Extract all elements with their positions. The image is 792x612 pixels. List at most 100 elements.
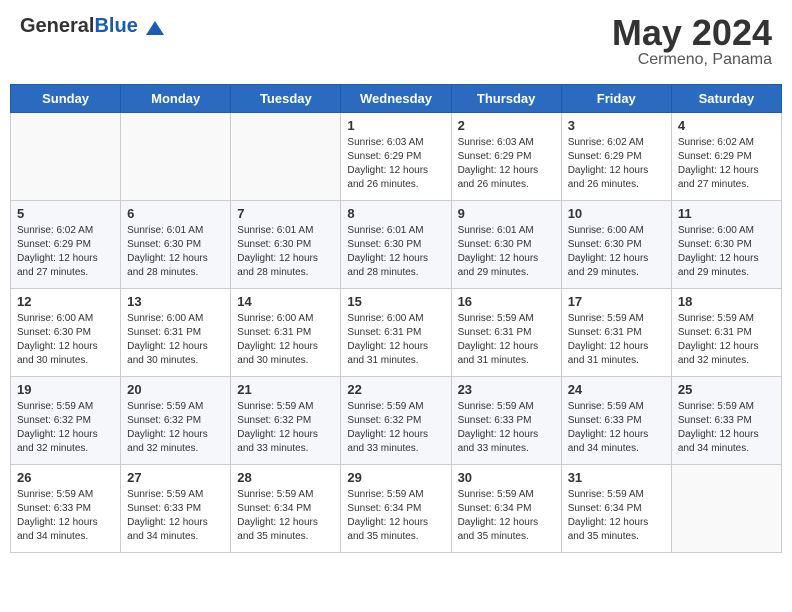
day-info: Sunrise: 6:03 AM Sunset: 6:29 PM Dayligh… — [347, 136, 444, 192]
day-info: Sunrise: 5:59 AM Sunset: 6:33 PM Dayligh… — [568, 400, 665, 456]
calendar-day-cell: 24 Sunrise: 5:59 AM Sunset: 6:33 PM Dayli… — [561, 377, 671, 465]
calendar-day-cell: 11Sunrise: 6:00 AM Sunset: 6:30 PM Dayli… — [671, 201, 781, 289]
day-info: Sunrise: 6:00 AM Sunset: 6:31 PM Dayligh… — [237, 312, 334, 368]
calendar-day-cell: 12 Sunrise: 6:00 AM Sunset: 6:30 PM Dayli… — [11, 289, 121, 377]
day-info: Sunrise: 5:59 AM Sunset: 6:33 PM Dayligh… — [458, 400, 555, 456]
day-number: 20 — [127, 382, 224, 397]
day-number: 26 — [17, 470, 114, 485]
day-number: 3 — [568, 118, 665, 133]
day-number: 8 — [347, 206, 444, 221]
calendar-day-cell: 2 Sunrise: 6:03 AM Sunset: 6:29 PM Daylig… — [451, 113, 561, 201]
day-info: Sunrise: 5:59 AM Sunset: 6:31 PM Dayligh… — [458, 312, 555, 368]
header-saturday: Saturday — [671, 85, 781, 113]
calendar-day-cell: 30 Sunrise: 5:59 AM Sunset: 6:34 PM Dayli… — [451, 465, 561, 553]
calendar-day-cell: 7Sunrise: 6:01 AM Sunset: 6:30 PM Daylig… — [231, 201, 341, 289]
day-info: Sunrise: 6:00 AM Sunset: 6:30 PM Dayligh… — [17, 312, 114, 368]
header-sunday: Sunday — [11, 85, 121, 113]
calendar-day-cell: 16 Sunrise: 5:59 AM Sunset: 6:31 PM Dayli… — [451, 289, 561, 377]
calendar-week-row: 5 Sunrise: 6:02 AM Sunset: 6:29 PM Daylig… — [11, 201, 782, 289]
day-number: 17 — [568, 294, 665, 309]
day-number: 15 — [347, 294, 444, 309]
day-number: 18 — [678, 294, 775, 309]
day-number: 30 — [458, 470, 555, 485]
logo-blue: Blue — [94, 15, 137, 37]
calendar-day-cell: 20 Sunrise: 5:59 AM Sunset: 6:32 PM Dayli… — [121, 377, 231, 465]
day-number: 1 — [347, 118, 444, 133]
day-info: Sunrise: 5:59 AM Sunset: 6:32 PM Dayligh… — [127, 400, 224, 456]
day-info: Sunrise: 5:59 AM Sunset: 6:34 PM Dayligh… — [458, 488, 555, 544]
day-info: Sunrise: 6:02 AM Sunset: 6:29 PM Dayligh… — [568, 136, 665, 192]
calendar-week-row: 12 Sunrise: 6:00 AM Sunset: 6:30 PM Dayli… — [11, 289, 782, 377]
day-number: 16 — [458, 294, 555, 309]
day-info: Sunrise: 5:59 AM Sunset: 6:32 PM Dayligh… — [347, 400, 444, 456]
calendar-day-cell: 28Sunrise: 5:59 AM Sunset: 6:34 PM Dayli… — [231, 465, 341, 553]
calendar-day-cell: 19 Sunrise: 5:59 AM Sunset: 6:32 PM Dayli… — [11, 377, 121, 465]
day-number: 5 — [17, 206, 114, 221]
day-info: Sunrise: 6:01 AM Sunset: 6:30 PM Dayligh… — [458, 224, 555, 280]
day-info: Sunrise: 5:59 AM Sunset: 6:32 PM Dayligh… — [17, 400, 114, 456]
header-monday: Monday — [121, 85, 231, 113]
calendar-week-row: 1 Sunrise: 6:03 AM Sunset: 6:29 PM Daylig… — [11, 113, 782, 201]
day-info: Sunrise: 6:03 AM Sunset: 6:29 PM Dayligh… — [458, 136, 555, 192]
day-info: Sunrise: 5:59 AM Sunset: 6:33 PM Dayligh… — [678, 400, 775, 456]
day-info: Sunrise: 6:00 AM Sunset: 6:31 PM Dayligh… — [347, 312, 444, 368]
day-number: 27 — [127, 470, 224, 485]
calendar-day-cell — [231, 113, 341, 201]
day-info: Sunrise: 6:01 AM Sunset: 6:30 PM Dayligh… — [347, 224, 444, 280]
calendar-table: Sunday Monday Tuesday Wednesday Thursday… — [10, 84, 782, 553]
logo-icon — [144, 17, 166, 39]
calendar-day-cell: 18 Sunrise: 5:59 AM Sunset: 6:31 PM Dayli… — [671, 289, 781, 377]
day-info: Sunrise: 6:02 AM Sunset: 6:29 PM Dayligh… — [17, 224, 114, 280]
day-number: 13 — [127, 294, 224, 309]
calendar-day-cell: 14 Sunrise: 6:00 AM Sunset: 6:31 PM Dayli… — [231, 289, 341, 377]
calendar-day-cell: 13 Sunrise: 6:00 AM Sunset: 6:31 PM Dayli… — [121, 289, 231, 377]
header-thursday: Thursday — [451, 85, 561, 113]
day-info: Sunrise: 5:59 AM Sunset: 6:34 PM Dayligh… — [568, 488, 665, 544]
day-number: 21 — [237, 382, 334, 397]
day-number: 6 — [127, 206, 224, 221]
calendar-day-cell — [671, 465, 781, 553]
calendar-day-cell — [121, 113, 231, 201]
day-number: 12 — [17, 294, 114, 309]
day-number: 4 — [678, 118, 775, 133]
day-number: 2 — [458, 118, 555, 133]
calendar-day-cell — [11, 113, 121, 201]
header-wednesday: Wednesday — [341, 85, 451, 113]
logo-text: GeneralBlue — [20, 15, 166, 39]
day-info: Sunrise: 6:01 AM Sunset: 6:30 PM Dayligh… — [237, 224, 334, 280]
month-year-title: May 2024 — [612, 15, 772, 51]
day-number: 25 — [678, 382, 775, 397]
day-number: 19 — [17, 382, 114, 397]
day-info: Sunrise: 6:00 AM Sunset: 6:31 PM Dayligh… — [127, 312, 224, 368]
calendar-day-cell: 5 Sunrise: 6:02 AM Sunset: 6:29 PM Daylig… — [11, 201, 121, 289]
day-number: 10 — [568, 206, 665, 221]
calendar-day-cell: 1 Sunrise: 6:03 AM Sunset: 6:29 PM Daylig… — [341, 113, 451, 201]
page-header: GeneralBlue May 2024 Cermeno, Panama — [10, 10, 782, 74]
calendar-day-cell: 23 Sunrise: 5:59 AM Sunset: 6:33 PM Dayli… — [451, 377, 561, 465]
calendar-day-cell: 27 Sunrise: 5:59 AM Sunset: 6:33 PM Dayli… — [121, 465, 231, 553]
day-number: 23 — [458, 382, 555, 397]
calendar-day-cell: 6Sunrise: 6:01 AM Sunset: 6:30 PM Daylig… — [121, 201, 231, 289]
header-friday: Friday — [561, 85, 671, 113]
calendar-day-cell: 21 Sunrise: 5:59 AM Sunset: 6:32 PM Dayli… — [231, 377, 341, 465]
day-info: Sunrise: 5:59 AM Sunset: 6:32 PM Dayligh… — [237, 400, 334, 456]
day-number: 31 — [568, 470, 665, 485]
logo-general: General — [20, 15, 94, 37]
location-subtitle: Cermeno, Panama — [612, 51, 772, 69]
day-number: 9 — [458, 206, 555, 221]
logo: GeneralBlue — [20, 15, 166, 39]
calendar-day-cell: 4 Sunrise: 6:02 AM Sunset: 6:29 PM Daylig… — [671, 113, 781, 201]
day-number: 14 — [237, 294, 334, 309]
day-info: Sunrise: 5:59 AM Sunset: 6:33 PM Dayligh… — [127, 488, 224, 544]
header-tuesday: Tuesday — [231, 85, 341, 113]
day-number: 29 — [347, 470, 444, 485]
title-section: May 2024 Cermeno, Panama — [612, 15, 772, 69]
calendar-day-cell: 31 Sunrise: 5:59 AM Sunset: 6:34 PM Dayli… — [561, 465, 671, 553]
day-number: 24 — [568, 382, 665, 397]
day-info: Sunrise: 5:59 AM Sunset: 6:34 PM Dayligh… — [237, 488, 334, 544]
day-info: Sunrise: 6:00 AM Sunset: 6:30 PM Dayligh… — [678, 224, 775, 280]
day-info: Sunrise: 5:59 AM Sunset: 6:31 PM Dayligh… — [678, 312, 775, 368]
day-info: Sunrise: 6:02 AM Sunset: 6:29 PM Dayligh… — [678, 136, 775, 192]
calendar-week-row: 26 Sunrise: 5:59 AM Sunset: 6:33 PM Dayli… — [11, 465, 782, 553]
day-info: Sunrise: 6:00 AM Sunset: 6:30 PM Dayligh… — [568, 224, 665, 280]
